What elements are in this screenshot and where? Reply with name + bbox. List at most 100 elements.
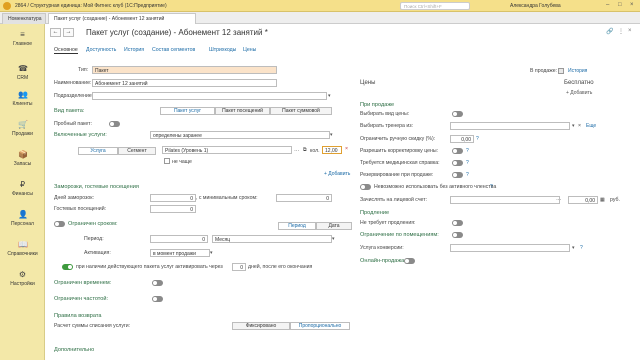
sidebar-item-finance[interactable]: ₽ Финансы [0,180,45,197]
remove-row-icon[interactable]: × [345,146,348,152]
help-icon[interactable]: ? [490,184,493,190]
sidebar-item-stock[interactable]: 📦 Запасы [0,150,45,167]
close-form-icon[interactable]: × [628,28,632,34]
on-sale-checkbox[interactable] [558,68,564,74]
tab-history[interactable]: История [124,47,144,53]
sidebar-item-sales[interactable]: 🛒 Продажи [0,120,45,137]
tab-barcodes[interactable]: Штрихкоды [209,47,236,53]
limit-freq-toggle[interactable] [152,296,163,302]
choose-trainer-field[interactable] [450,122,570,130]
no-active-label: Невозможно использовать без активного чл… [374,184,497,190]
link-icon[interactable]: 🔗 [606,28,613,35]
chevron-down-icon[interactable]: ▾ [210,250,213,256]
chevron-down-icon[interactable]: ▾ [572,123,575,129]
tab-main[interactable]: Основное [54,47,78,54]
credit-amount-field[interactable]: 0,00 [568,196,598,204]
return-proportional-button[interactable]: Пропорционально [290,322,350,330]
prices-header: Цены [360,80,376,86]
maximize-icon[interactable]: □ [618,2,622,8]
return-fixed-button[interactable]: Фиксировано [232,322,290,330]
term-tab-date[interactable]: Дата [316,222,352,230]
help-icon[interactable]: ? [466,160,469,166]
forward-arrow-icon[interactable]: → [63,28,74,37]
calc-icon[interactable]: ▦ [600,197,605,203]
sections-sidebar: ≡ Главное ☎ CRM 👥 Клиенты 🛒 Продажи 📦 Запасы … [0,24,45,360]
close-window-icon[interactable]: × [630,2,634,8]
more-link[interactable]: Еще [586,123,596,129]
chevron-down-icon[interactable]: ▾ [328,93,331,99]
type-field[interactable]: Пакет [92,66,277,74]
included-select[interactable]: определены заранее [150,131,330,139]
name-field[interactable]: Абонемент 12 занятий [92,79,277,87]
return-calc-label: Расчет суммы списания услуги: [54,323,131,329]
minimize-icon[interactable]: – [606,2,609,8]
package-kind-visits[interactable]: Пакет посещений [215,107,270,115]
history-link[interactable]: История [568,68,587,74]
no-active-toggle[interactable] [360,184,371,190]
ruble-icon: ₽ [19,180,26,189]
correct-price-toggle[interactable] [452,148,463,154]
trial-toggle[interactable] [109,121,120,127]
tab-segment[interactable]: Сегмент [118,147,156,155]
package-kind-label: Вид пакета: [54,108,85,114]
sidebar-item-catalogs[interactable]: 📖 Справочники [0,240,45,257]
add-price-link[interactable]: + Добавить [566,90,592,96]
discount-field[interactable]: 0,00 [450,135,474,143]
conversion-label: Услуга конверсии: [360,245,404,251]
open-icon[interactable]: ⧉ [303,147,307,154]
not-more-checkbox[interactable] [164,158,170,164]
med-cert-toggle[interactable] [452,160,463,166]
more-icon[interactable]: ⋮ [618,28,624,35]
tab-service[interactable]: Услуга [78,147,118,155]
more-dots-icon[interactable]: … [556,196,561,202]
prolong-toggle[interactable] [452,220,463,226]
tab-availability[interactable]: Доступность [86,47,116,53]
chevron-down-icon[interactable]: ▾ [572,245,575,251]
help-icon[interactable]: ? [466,172,469,178]
chevron-down-icon[interactable]: ▾ [332,236,335,242]
help-icon[interactable]: ? [466,148,469,154]
current-user[interactable]: Александра Голубева [510,3,561,9]
add-service-link[interactable]: + Добавить [324,171,350,177]
clear-icon[interactable]: × [578,123,581,129]
sidebar-item-settings[interactable]: ⚙ Настройки [0,270,45,287]
online-toggle[interactable] [404,258,415,264]
guest-field[interactable]: 0 [150,205,196,213]
period-field[interactable]: 0 [150,235,208,243]
back-arrow-icon[interactable]: ← [50,28,61,37]
service-item-field[interactable]: Pilates (Уровень 1) [162,146,292,154]
freeze-days-field[interactable]: 0 [150,194,196,202]
auto-activate-toggle[interactable] [62,264,73,270]
activation-select[interactable]: в момент продажи [150,249,210,257]
global-search-input[interactable]: Поиск Ctrl+Shift+F [400,2,470,10]
tab-nomenclature[interactable]: Номенклатура [2,13,46,24]
sidebar-item-crm[interactable]: ☎ CRM [0,64,45,81]
limit-time-toggle[interactable] [152,280,163,286]
credit-label: Зачислять на лицевой счет: [360,197,428,203]
more-dots-icon[interactable]: … [294,147,299,153]
choose-price-toggle[interactable] [452,111,463,117]
chevron-down-icon[interactable]: ▾ [330,132,333,138]
division-field[interactable] [92,92,327,100]
sidebar-item-staff[interactable]: 👤 Персонал [0,210,45,227]
package-kind-sum[interactable]: Пакет суммовой [270,107,332,115]
page-title: Пакет услуг (создание) - Абонемент 12 за… [86,28,268,37]
premises-toggle[interactable] [452,232,463,238]
help-icon[interactable]: ? [476,136,479,142]
limit-term-toggle[interactable] [54,221,65,227]
min-period-field[interactable]: 0 [276,194,332,202]
credit-type-field[interactable] [450,196,560,204]
conversion-field[interactable] [450,244,570,252]
sidebar-item-main[interactable]: ≡ Главное [0,30,45,47]
qty-field[interactable]: 12,00 [322,146,342,154]
sidebar-item-clients[interactable]: 👥 Клиенты [0,90,45,107]
reserve-toggle[interactable] [452,172,463,178]
period-unit-select[interactable]: Месяц [212,235,332,243]
package-kind-services[interactable]: Пакет услуг [160,107,215,115]
tab-prices[interactable]: Цены [243,47,256,53]
auto-activate-days-field[interactable]: 0 [232,263,246,271]
tab-segments[interactable]: Состав сегментов [152,47,195,53]
help-icon[interactable]: ? [580,245,583,251]
tab-package-create[interactable]: Пакет услуг (создание) - Абонемент 12 за… [48,13,196,24]
term-tab-period[interactable]: Период [278,222,316,230]
